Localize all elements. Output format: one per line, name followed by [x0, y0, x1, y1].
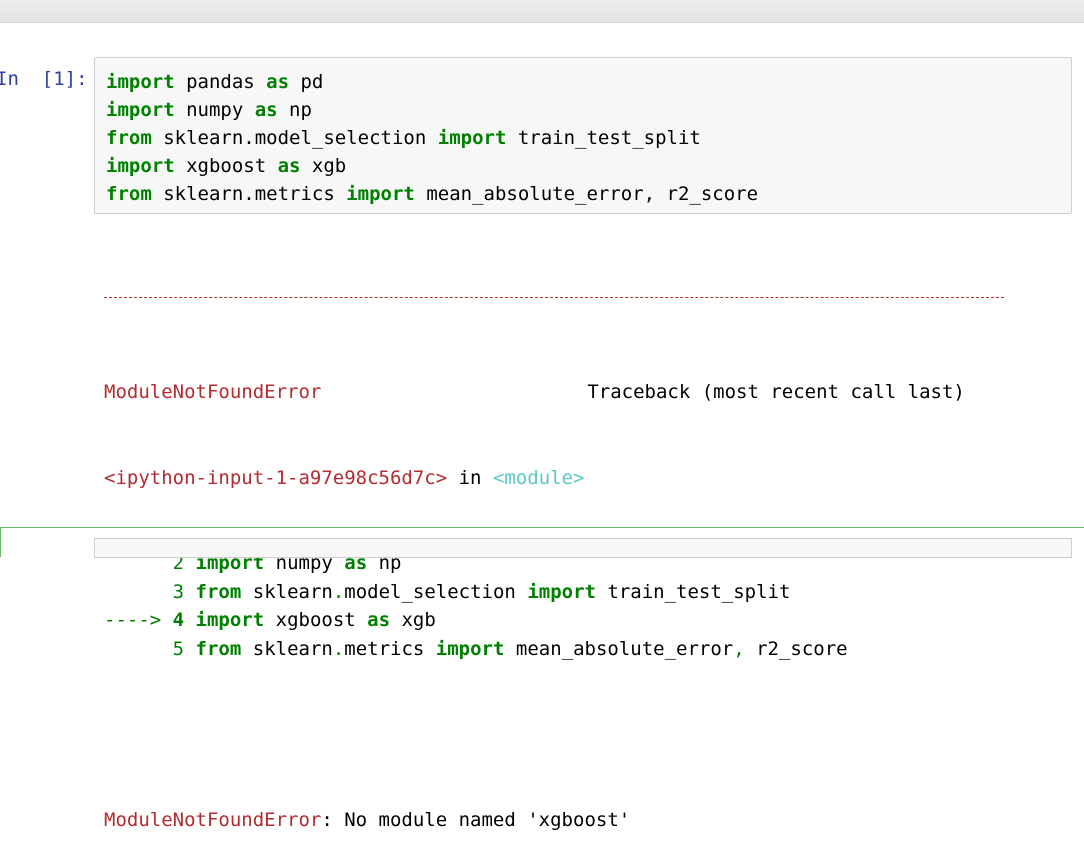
code-token: sklearn [241, 580, 333, 603]
traceback-line: 5 from sklearn.metrics import mean_absol… [104, 635, 1004, 664]
code-token: sklearn [241, 637, 333, 660]
code-token: model_selection [344, 580, 528, 603]
code-line: from sklearn.metrics import mean_absolut… [106, 180, 758, 208]
code-line: from sklearn.model_selection import trai… [106, 124, 758, 152]
keyword-token: import [437, 127, 507, 149]
keyword-token: import [346, 183, 415, 205]
code-token: np [277, 99, 312, 121]
keyword-token: as [277, 155, 301, 177]
keyword-token: import [195, 609, 265, 631]
cell-prompt: In [1]: [0, 68, 88, 90]
keyword-token: as [266, 71, 290, 93]
keyword-token: import [106, 155, 175, 177]
traceback-label: Traceback (most recent call last) [587, 381, 965, 403]
traceback-separator [104, 297, 1004, 299]
keyword-token: from [195, 637, 242, 660]
code-token: xgboost [174, 155, 278, 177]
keyword-token: as [367, 609, 391, 631]
final-error-type: ModuleNotFoundError [104, 808, 322, 831]
in-word: in [447, 466, 493, 489]
code-token: xgb [390, 609, 436, 631]
line-number: 5 [172, 637, 185, 660]
code-token: xgb [300, 155, 347, 177]
current-line-arrow: ----> [104, 609, 173, 631]
notebook-toolbar-edge [0, 0, 1084, 23]
code-cell-input[interactable]: import pandas as pd import numpy as np fro… [94, 57, 1072, 214]
traceback-header: ModuleNotFoundError Traceback (most recen… [104, 378, 1004, 407]
line-number: 3 [172, 580, 185, 603]
line-number: 4 [172, 609, 185, 631]
code-token: numpy [174, 99, 255, 121]
code-line: import xgboost as xgb [106, 152, 758, 180]
code-token: , [733, 637, 745, 660]
error-message-line: ModuleNotFoundError: No module named 'xg… [104, 806, 1004, 835]
error-type: ModuleNotFoundError [104, 381, 322, 403]
code-token: . [332, 637, 345, 660]
code-token: sklearn.model_selection [151, 127, 438, 149]
module-name: <module> [492, 466, 585, 489]
keyword-token: import [106, 99, 175, 121]
code-token: pandas [174, 71, 267, 93]
code-token: mean_absolute_error, r2_score [414, 183, 759, 205]
traceback-lines: 2 import numpy as np 3 from sklearn.mode… [104, 549, 1004, 663]
keyword-token: as [254, 99, 278, 121]
code-token: r2_score [744, 637, 848, 660]
keyword-token: import [435, 637, 505, 660]
input-location: <ipython-input-1-a97e98c56d7c> [104, 466, 448, 489]
code-token: pd [289, 71, 324, 93]
keyword-token: from [106, 127, 152, 149]
keyword-token: from [195, 580, 242, 603]
code-token: sklearn.metrics [151, 183, 347, 205]
traceback-location: <ipython-input-1-a97e98c56d7c> in <modul… [104, 464, 1004, 493]
code-token: . [332, 580, 345, 603]
keyword-token: import [527, 580, 596, 603]
code-token: train_test_split [595, 580, 791, 603]
next-cell-input[interactable] [94, 538, 1072, 558]
code-token: train_test_split [506, 127, 701, 149]
traceback-line-current: ----> 4 import xgboost as xgb [104, 606, 1004, 635]
code-line: import numpy as np [106, 96, 758, 124]
keyword-token: import [106, 71, 175, 93]
error-message: : No module named 'xgboost' [321, 808, 631, 831]
code-editor[interactable]: import pandas as pd import numpy as np fro… [106, 68, 758, 208]
keyword-token: from [106, 183, 152, 205]
traceback-line: 3 from sklearn.model_selection import tr… [104, 578, 1004, 607]
code-token: xgboost [264, 609, 368, 631]
code-token: mean_absolute_error [504, 637, 734, 660]
code-line: import pandas as pd [106, 68, 758, 96]
code-token: metrics [344, 637, 436, 660]
